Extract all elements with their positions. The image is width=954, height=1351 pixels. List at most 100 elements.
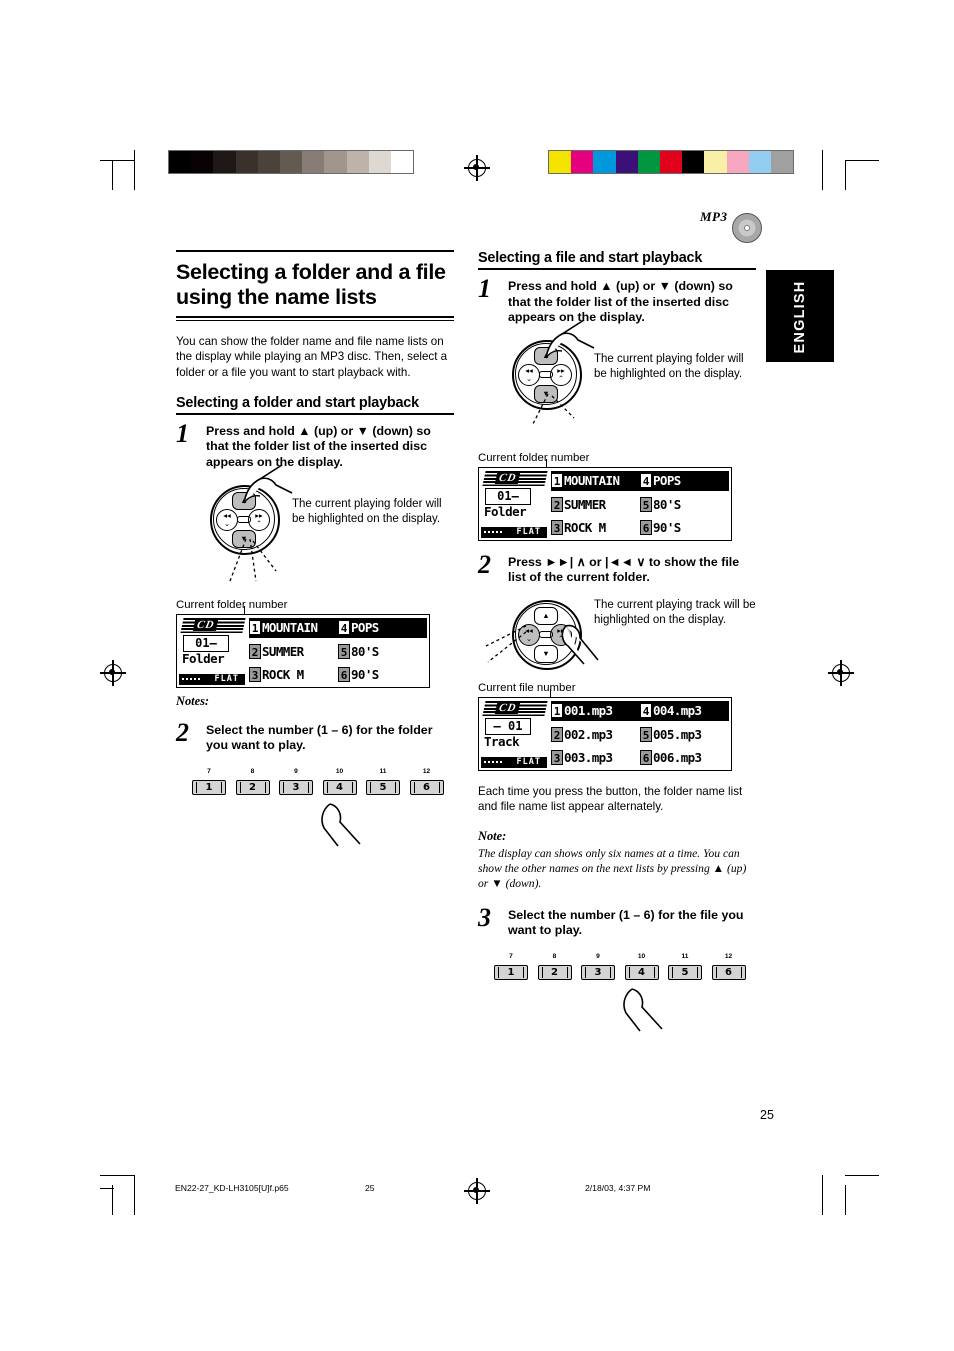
lcd-list-item[interactable]: 4 POPS: [338, 617, 427, 638]
lcd-item-label: SUMMER: [564, 496, 606, 512]
number-button-cell: 71: [494, 953, 528, 980]
lcd-item-label: 90'S: [351, 667, 379, 683]
lcd-item-label: 90'S: [653, 520, 681, 536]
wheel-next-button[interactable]: ▸▸ ⌃: [248, 508, 270, 531]
step-2-folder: 2 Select the number (1 – 6) for the fold…: [176, 718, 454, 754]
lcd-list-item[interactable]: 4 004.mp3: [640, 700, 729, 721]
calibration-swatch: [368, 151, 391, 173]
wheel-center: [539, 370, 553, 378]
number-button-alt-label: 7: [207, 767, 211, 775]
lcd-list-item[interactable]: 2 SUMMER: [249, 641, 338, 661]
number-button-1[interactable]: 1: [494, 964, 528, 980]
number-button-2[interactable]: 2: [537, 964, 572, 980]
wheel-up-button[interactable]: ▲: [534, 606, 558, 625]
number-button-2[interactable]: 2: [235, 779, 270, 795]
crop-mark-tr2-v: [845, 160, 847, 190]
lcd-list-item[interactable]: 2 SUMMER: [551, 494, 640, 514]
lcd-mode-label: Track: [484, 733, 520, 749]
finger-pointer-icon: [545, 319, 595, 359]
lcd-list-item[interactable]: 1 001.mp3: [551, 700, 640, 721]
number-button-alt-label: 9: [294, 767, 298, 775]
calibration-swatch: [346, 151, 369, 173]
number-button-4[interactable]: 4: [624, 964, 659, 980]
number-button-6[interactable]: 6: [409, 779, 444, 795]
press-indicator-lines: [229, 538, 277, 581]
cd-logo-icon: CD: [180, 617, 246, 633]
lcd-list-item[interactable]: 3 003.mp3: [551, 748, 640, 768]
color-calibration-bar: [548, 150, 795, 174]
lcd-track-caption: Current file number: [478, 681, 576, 694]
lcd-list-item[interactable]: 4 POPS: [640, 470, 729, 491]
wheel-down-button[interactable]: ▼: [534, 644, 558, 663]
step-2-after-text: Each time you press the button, the fold…: [478, 784, 743, 814]
wheel-next-button[interactable]: ▸▸ ⌃: [550, 363, 572, 386]
registration-mark-bottom: [464, 1178, 490, 1204]
lcd-list-item[interactable]: 6 006.mp3: [640, 748, 729, 768]
finger-pointer-icon: [623, 988, 663, 1032]
lcd-item-index: 1: [249, 620, 261, 636]
number-button-5[interactable]: 5: [366, 779, 400, 795]
lcd-item-index: 3: [249, 667, 261, 683]
lcd-list-item[interactable]: 1 MOUNTAIN: [551, 470, 640, 491]
language-tab: ENGLISH: [766, 270, 834, 362]
lcd-item-label: 002.mp3: [564, 726, 613, 742]
lcd-list-item[interactable]: 6 90'S: [640, 518, 729, 538]
section-heading-folder: Selecting a folder and start playback: [176, 395, 454, 415]
number-button-1[interactable]: 1: [192, 779, 226, 795]
calibration-swatch: [571, 151, 594, 173]
lcd-column-right: 4 004.mp3 5 005.mp3 6 006.mp3: [640, 700, 729, 768]
lcd-item-label: SUMMER: [262, 643, 304, 659]
number-button-6[interactable]: 6: [711, 964, 746, 980]
title-rule-bottom: [176, 316, 454, 322]
title-rule-top: [176, 250, 454, 252]
control-wheel-diagram: ▲ ▼ ◂◂⌄ ▸▸⌃: [206, 463, 293, 581]
lcd-list-item[interactable]: 6 90'S: [338, 665, 427, 685]
number-button-alt-label: 8: [250, 767, 255, 775]
lcd-list-item[interactable]: 5 80'S: [338, 641, 427, 661]
lcd-item-label: POPS: [351, 620, 379, 636]
calibration-swatch: [549, 151, 572, 173]
step-2-illustration-row: ▲ ▼ ◂◂ ⌄ ▸▸ ⌃ The current playing track wi…: [485, 590, 756, 670]
lcd-folder-number: 01–: [183, 634, 229, 652]
note-heading: Note:: [478, 829, 507, 844]
section-heading-file: Selecting a file and start playback: [478, 250, 756, 270]
number-button-cell: 71: [192, 768, 226, 795]
calibration-swatch: [726, 151, 749, 173]
grayscale-calibration-bar: [168, 150, 415, 174]
number-button-row: 7 1 8 2 9 3 10 4 11 5 12 6: [192, 768, 454, 795]
number-button-3[interactable]: 3: [279, 779, 313, 795]
control-wheel-diagram: ▲ ▼ ◂◂⌄ ▸▸⌃: [508, 319, 595, 427]
number-button-cell: 10 4: [624, 953, 659, 980]
lcd-list-item[interactable]: 3 ROCK M: [551, 518, 640, 538]
step-number: 2: [478, 549, 491, 579]
page-number: 25: [760, 1108, 774, 1122]
lcd-item-index: 2: [551, 726, 563, 742]
lcd-item-index: 2: [249, 643, 261, 659]
lcd-list-item[interactable]: 5 005.mp3: [640, 724, 729, 744]
calibration-swatch: [324, 151, 347, 173]
wheel-prev-button[interactable]: ◂◂ ⌄: [518, 363, 540, 386]
calibration-swatch: [637, 151, 660, 173]
step-number: 1: [478, 274, 491, 303]
lcd-item-label: POPS: [653, 473, 681, 489]
lcd-item-index: 3: [551, 520, 563, 536]
number-buttons-wrap-left: 7 1 8 2 9 3 10 4 11 5 12 6: [176, 768, 454, 847]
lcd-list-item[interactable]: 5 80'S: [640, 494, 729, 514]
lcd-item-index: 6: [338, 667, 350, 683]
wheel-prev-button[interactable]: ◂◂ ⌄: [216, 508, 238, 531]
lcd-list-item[interactable]: 3 ROCK M: [249, 665, 338, 685]
number-button-alt-label: 7: [509, 952, 513, 960]
lcd-list-panel: 1 MOUNTAIN 2 SUMMER 3 ROCK M 4 POPS 5 80'S 6 90'S: [551, 468, 731, 540]
crop-mark-tl2-v: [134, 150, 136, 190]
number-button-alt-label: 12: [724, 952, 733, 960]
registration-mark-right: [828, 660, 854, 686]
number-button-4[interactable]: 4: [322, 779, 357, 795]
cd-logo-icon: CD: [482, 700, 548, 716]
calibration-swatch: [213, 151, 236, 173]
number-button-alt-label: 11: [681, 952, 689, 960]
number-button-5[interactable]: 5: [668, 964, 702, 980]
number-button-3[interactable]: 3: [581, 964, 615, 980]
step-number: 3: [478, 902, 491, 932]
lcd-list-item[interactable]: 1 MOUNTAIN: [249, 617, 338, 638]
lcd-list-item[interactable]: 2 002.mp3: [551, 724, 640, 744]
